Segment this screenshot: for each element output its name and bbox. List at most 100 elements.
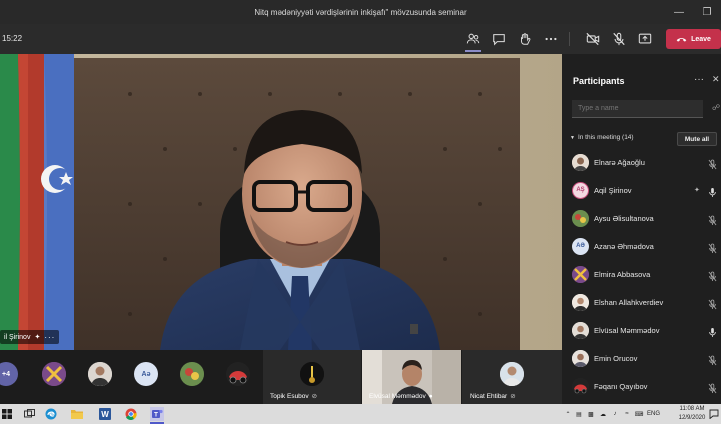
participant-row[interactable]: Emin Orucov bbox=[562, 344, 721, 372]
participant-row[interactable]: AŞ Aqil Şirinov ✦ bbox=[562, 176, 721, 204]
minimize-icon: — bbox=[674, 6, 684, 18]
system-tray: ⌃ ▤ ▩ ☁ ♪ ≈ ⌨ ENG bbox=[563, 404, 660, 424]
more-actions-button[interactable] bbox=[541, 29, 561, 49]
participant-search-input[interactable] bbox=[572, 100, 703, 118]
panel-close-button[interactable]: ✕ bbox=[712, 74, 720, 85]
participant-row[interactable]: Elnarə Ağaoğlu bbox=[562, 148, 721, 176]
notification-center-button[interactable] bbox=[707, 407, 721, 421]
section-label: In this meeting (14) bbox=[577, 134, 634, 141]
mic-muted-icon bbox=[708, 297, 717, 309]
share-link-icon[interactable]: ☍ bbox=[712, 103, 720, 112]
avatar bbox=[572, 377, 589, 395]
toolbar-divider bbox=[569, 32, 570, 46]
participant-thumbnail[interactable]: Aə bbox=[134, 362, 158, 386]
participant-list: Elnarə Ağaoğlu AŞ Aqil Şirinov ✦ Aysu Əl… bbox=[562, 148, 721, 400]
keyboard-icon[interactable]: ⌨ bbox=[633, 411, 645, 418]
avatar bbox=[572, 293, 589, 311]
minimize-button[interactable]: — bbox=[665, 0, 693, 24]
mic-muted-icon: ⊘ bbox=[510, 393, 516, 400]
in-meeting-section-header[interactable]: ▼ In this meeting (14) bbox=[570, 134, 634, 141]
chevron-down-icon: ▼ bbox=[570, 134, 575, 141]
chevron-up-icon[interactable]: ⌃ bbox=[563, 411, 573, 418]
hand-icon bbox=[521, 33, 531, 45]
pin-icon: ✦ bbox=[34, 334, 41, 341]
battery-icon[interactable]: ▩ bbox=[585, 411, 597, 418]
mic-muted-icon bbox=[708, 353, 717, 365]
tile-name: Nicat Ehtibar bbox=[470, 392, 508, 400]
teams-meeting-window: Nitq mədəniyyəti vərdişlərinin inkişafı"… bbox=[0, 0, 721, 424]
participants-panel: Participants ··· ✕ ☍ ▼ In this meeting (… bbox=[562, 54, 721, 404]
leave-button[interactable]: Leave bbox=[666, 29, 721, 49]
mute-all-button[interactable]: Mute all bbox=[677, 132, 717, 146]
clock-date: 12/9/2020 bbox=[678, 415, 706, 421]
camera-toggle-button[interactable] bbox=[583, 29, 603, 49]
participant-row[interactable]: AƏ Azanə Əhmədova bbox=[562, 232, 721, 260]
participant-row[interactable]: Elmira Abbasova bbox=[562, 260, 721, 288]
participant-video-tile[interactable]: Elvüsal Məmmədov ● bbox=[362, 350, 461, 404]
mic-muted-icon bbox=[708, 213, 717, 225]
panel-title: Participants bbox=[573, 76, 625, 86]
participant-thumbnail[interactable] bbox=[226, 362, 250, 386]
camera-off-icon bbox=[586, 32, 600, 46]
word-taskbar-button[interactable]: W bbox=[98, 407, 112, 421]
participant-thumbnail[interactable] bbox=[180, 362, 204, 386]
participant-thumbnail[interactable] bbox=[42, 362, 66, 386]
participant-name: Azanə Əhmədova bbox=[594, 241, 654, 251]
speaker-name-tag: il Şirinov ✦ ··· bbox=[0, 330, 60, 344]
file-explorer-taskbar-button[interactable] bbox=[70, 407, 84, 421]
taskbar-clock[interactable]: 11:08 AM 12/9/2020 bbox=[677, 405, 707, 423]
windows-taskbar: W T ⌃ ▤ ▩ ☁ ♪ ≈ ⌨ ENG 11:08 AM 12/9/2020 bbox=[0, 404, 721, 424]
participant-row[interactable]: Elshan Allahkverdiev bbox=[562, 288, 721, 316]
chat-button[interactable] bbox=[489, 29, 509, 49]
participant-tile[interactable]: Topik Esubov ⊘ bbox=[263, 350, 361, 404]
participants-button[interactable] bbox=[463, 29, 483, 49]
more-icon: ··· bbox=[694, 74, 704, 85]
onedrive-icon[interactable]: ☁ bbox=[597, 411, 609, 418]
participant-row[interactable]: Aysu Əlisultanova bbox=[562, 204, 721, 232]
avatar bbox=[572, 209, 589, 227]
main-video-feed[interactable]: il Şirinov ✦ ··· bbox=[0, 54, 562, 350]
svg-text:W: W bbox=[101, 410, 109, 419]
raise-hand-button[interactable] bbox=[515, 29, 535, 49]
participant-thumbnail[interactable] bbox=[88, 362, 112, 386]
chrome-icon bbox=[125, 408, 137, 420]
more-icon bbox=[545, 37, 557, 41]
mic-on-icon bbox=[708, 325, 717, 337]
mic-muted-icon: ⊘ bbox=[311, 393, 318, 400]
edge-taskbar-button[interactable] bbox=[44, 407, 58, 421]
chrome-taskbar-button[interactable] bbox=[124, 407, 138, 421]
wifi-icon[interactable]: ≈ bbox=[621, 411, 633, 417]
tile-name-tag: Nicat Ehtibar ⊘ bbox=[470, 392, 516, 401]
participant-gallery-strip: +4 Aə Topik Esubov ⊘ Elvüsal Məmmədov ● … bbox=[0, 350, 562, 404]
avatar bbox=[572, 265, 589, 283]
avatar: AƏ bbox=[572, 237, 589, 255]
panel-more-button[interactable]: ··· bbox=[694, 74, 704, 85]
maximize-button[interactable]: ❐ bbox=[693, 0, 721, 24]
participant-name: Elvüsal Məmmədov bbox=[594, 325, 660, 335]
participant-row[interactable]: Elvüsal Məmmədov bbox=[562, 316, 721, 344]
language-indicator[interactable]: ENG bbox=[645, 411, 660, 417]
mic-on-icon: ● bbox=[428, 393, 433, 400]
tile-name: Elvüsal Məmmədov bbox=[369, 393, 426, 400]
overflow-participants-button[interactable]: +4 bbox=[0, 362, 18, 386]
mic-muted-icon bbox=[708, 241, 717, 253]
mic-muted-icon bbox=[708, 269, 717, 281]
task-view-button[interactable] bbox=[22, 407, 36, 421]
mic-toggle-button[interactable] bbox=[609, 29, 629, 49]
maximize-icon: ❐ bbox=[702, 6, 712, 18]
teams-icon: T bbox=[152, 409, 163, 419]
network-icon[interactable]: ▤ bbox=[573, 411, 585, 418]
avatar bbox=[572, 153, 589, 171]
teams-taskbar-button[interactable]: T bbox=[150, 407, 164, 421]
avatar bbox=[572, 321, 589, 339]
participant-tile[interactable]: Nicat Ehtibar ⊘ bbox=[462, 350, 562, 404]
pin-icon[interactable]: ✦ bbox=[694, 186, 700, 194]
start-button[interactable] bbox=[0, 407, 14, 421]
participant-row[interactable]: Fəqanı Qayıbov bbox=[562, 372, 721, 400]
word-icon: W bbox=[99, 408, 111, 420]
share-screen-button[interactable] bbox=[635, 29, 655, 49]
volume-icon[interactable]: ♪ bbox=[609, 411, 621, 417]
more-options-icon[interactable]: ··· bbox=[44, 333, 55, 342]
avatar bbox=[500, 362, 524, 386]
mic-off-icon bbox=[613, 32, 625, 46]
